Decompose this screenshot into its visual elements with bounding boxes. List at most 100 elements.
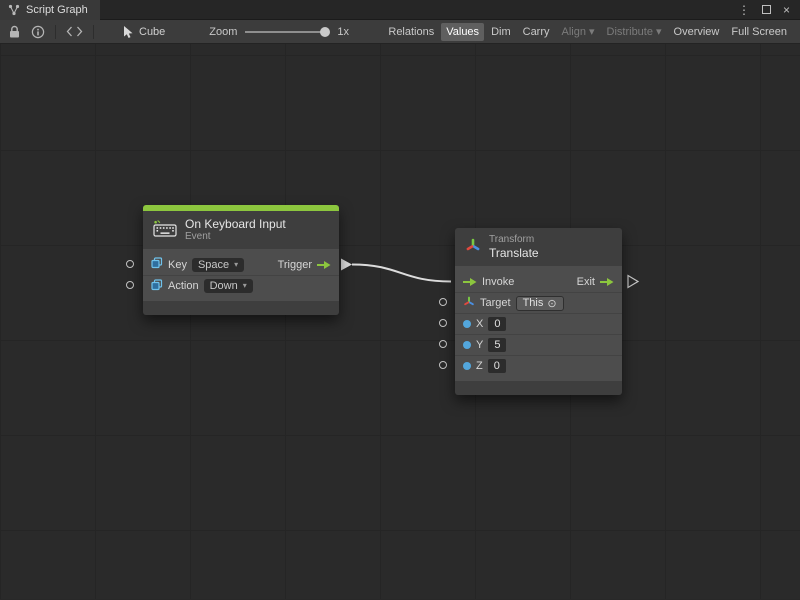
action-dropdown[interactable]: Down ▾ xyxy=(204,279,253,293)
node-title: Translate xyxy=(489,246,539,260)
target-object-value: This xyxy=(523,297,544,309)
x-port[interactable] xyxy=(439,319,447,327)
distribute-button-label: Distribute xyxy=(607,26,653,38)
node-footer xyxy=(455,381,622,395)
transform-icon xyxy=(465,238,481,257)
trigger-output-arrow-icon[interactable] xyxy=(317,260,331,270)
info-icon[interactable] xyxy=(31,24,45,40)
z-value-port-icon[interactable] xyxy=(463,362,471,370)
tab-script-graph[interactable]: Script Graph xyxy=(0,0,100,20)
carry-button[interactable]: Carry xyxy=(518,23,555,41)
z-row: Z 0 xyxy=(455,355,622,376)
node-titles: On Keyboard Input Event xyxy=(185,217,286,243)
target-object-field[interactable]: This ⊙ xyxy=(516,296,564,311)
align-button-label: Align xyxy=(562,26,586,38)
zoom-control: Zoom 1x xyxy=(209,26,349,38)
node-subtitle: Event xyxy=(185,231,286,243)
x-value-port-icon[interactable] xyxy=(463,320,471,328)
wire-start-triangle[interactable] xyxy=(341,259,352,271)
chevron-down-icon: ▾ xyxy=(234,261,238,269)
trigger-label: Trigger xyxy=(278,259,312,271)
node-category: Transform xyxy=(489,234,539,246)
node-body: Invoke Exit Target xyxy=(455,266,622,381)
zoom-slider[interactable] xyxy=(245,26,329,38)
zoom-value: 1x xyxy=(337,26,349,38)
toolbar-divider xyxy=(55,25,56,39)
align-button[interactable]: Align ▾ xyxy=(557,22,600,41)
values-button[interactable]: Values xyxy=(441,23,484,41)
invoke-input-arrow-icon[interactable] xyxy=(463,277,477,287)
connection-wire[interactable] xyxy=(352,265,451,282)
invoke-label: Invoke xyxy=(482,276,514,288)
relations-button-label: Relations xyxy=(388,26,434,38)
exit-flow-triangle[interactable] xyxy=(628,276,638,288)
dim-button[interactable]: Dim xyxy=(486,23,516,41)
z-label: Z xyxy=(476,360,483,372)
chevron-down-icon: ▾ xyxy=(243,282,247,290)
fullscreen-button[interactable]: Full Screen xyxy=(726,23,792,41)
target-label: Target xyxy=(480,297,511,309)
key-port[interactable] xyxy=(126,260,134,268)
node-header[interactable]: Transform Translate xyxy=(455,228,622,266)
variable-icon xyxy=(151,279,163,294)
x-value-field[interactable]: 0 xyxy=(488,317,506,331)
key-label: Key xyxy=(168,259,187,271)
y-value-field[interactable]: 5 xyxy=(488,338,506,352)
pointer-icon xyxy=(122,24,134,40)
dim-button-label: Dim xyxy=(491,26,511,38)
overview-button[interactable]: Overview xyxy=(669,23,725,41)
window-restore-icon[interactable] xyxy=(762,5,771,14)
exit-output-arrow-icon[interactable] xyxy=(600,277,614,287)
exit-label: Exit xyxy=(577,276,595,288)
chevron-down-icon: ▾ xyxy=(589,25,595,38)
zoom-slider-knob[interactable] xyxy=(320,27,330,37)
target-port[interactable] xyxy=(439,298,447,306)
action-label: Action xyxy=(168,280,199,292)
graph-canvas[interactable]: On Keyboard Input Event Key Space ▾ Trig… xyxy=(0,44,800,599)
carry-button-label: Carry xyxy=(523,26,550,38)
window-close-icon[interactable]: × xyxy=(783,4,790,16)
x-label: X xyxy=(476,318,483,330)
keyboard-icon xyxy=(153,220,177,240)
x-row: X 0 xyxy=(455,313,622,334)
key-row: Key Space ▾ Trigger xyxy=(143,254,339,275)
zoom-slider-track[interactable] xyxy=(245,31,329,33)
action-port[interactable] xyxy=(126,281,134,289)
y-row: Y 5 xyxy=(455,334,622,355)
window-menu-icon[interactable]: ⋮ xyxy=(738,4,750,16)
fullscreen-button-label: Full Screen xyxy=(731,26,787,38)
key-dropdown[interactable]: Space ▾ xyxy=(192,258,244,272)
y-port[interactable] xyxy=(439,340,447,348)
action-dropdown-value: Down xyxy=(210,280,238,292)
window-controls: ⋮ × xyxy=(738,4,790,16)
translate-node[interactable]: Transform Translate Invoke Exit xyxy=(455,228,622,395)
variable-icon xyxy=(151,257,163,272)
key-dropdown-value: Space xyxy=(198,259,229,271)
values-button-label: Values xyxy=(446,26,479,38)
object-picker-icon[interactable]: ⊙ xyxy=(547,297,556,310)
y-label: Y xyxy=(476,339,483,351)
invoke-row: Invoke Exit xyxy=(455,271,622,292)
code-view-icon[interactable] xyxy=(66,24,83,40)
z-port[interactable] xyxy=(439,361,447,369)
lock-icon[interactable] xyxy=(8,24,21,40)
node-body: Key Space ▾ Trigger xyxy=(143,249,339,301)
chevron-down-icon: ▾ xyxy=(656,25,662,38)
node-header[interactable]: On Keyboard Input Event xyxy=(143,211,339,249)
relations-button[interactable]: Relations xyxy=(383,23,439,41)
tab-title: Script Graph xyxy=(26,4,88,16)
action-row: Action Down ▾ xyxy=(143,275,339,296)
on-keyboard-input-node[interactable]: On Keyboard Input Event Key Space ▾ Trig… xyxy=(143,205,339,315)
y-value-port-icon[interactable] xyxy=(463,341,471,349)
target-row: Target This ⊙ xyxy=(455,292,622,313)
toolbar-buttons: Relations Values Dim Carry Align ▾ Distr… xyxy=(383,22,792,41)
target-object-name: Cube xyxy=(139,26,165,38)
z-value-field[interactable]: 0 xyxy=(488,359,506,373)
distribute-button[interactable]: Distribute ▾ xyxy=(602,22,667,41)
transform-axes-icon xyxy=(463,296,475,311)
node-title: On Keyboard Input xyxy=(185,217,286,231)
node-footer xyxy=(143,301,339,315)
target-object-selector[interactable]: Cube xyxy=(122,24,165,40)
connections-layer xyxy=(0,44,800,599)
zoom-label: Zoom xyxy=(209,26,237,38)
